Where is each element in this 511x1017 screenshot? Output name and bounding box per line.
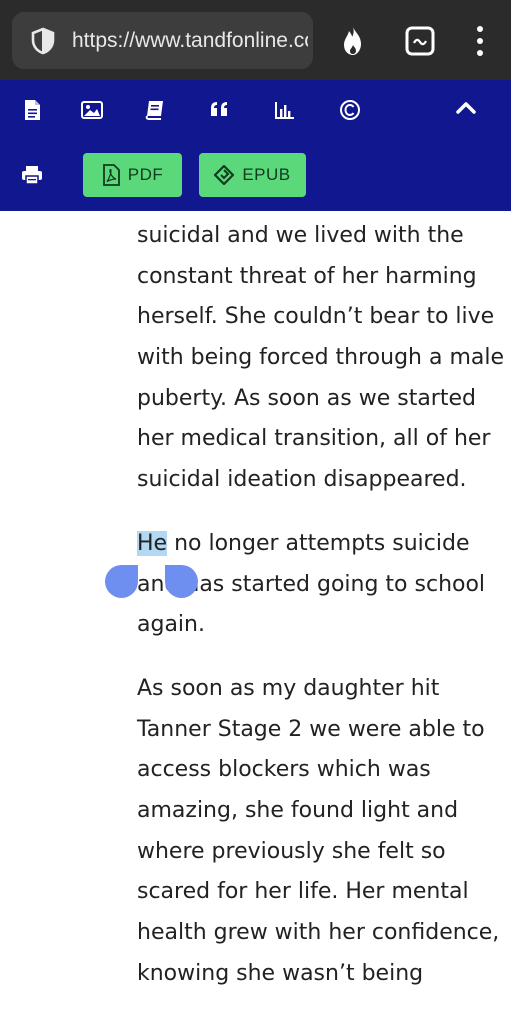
article-icon[interactable] [20,98,44,122]
print-icon[interactable] [20,163,44,187]
shield-icon[interactable] [28,26,58,56]
copyright-icon[interactable] [338,98,362,122]
selection-end-handle[interactable] [165,565,198,598]
text-line: again. [137,612,205,638]
text-line: puberty. As soon as we started [137,385,476,411]
text-line: where previously she felt so [137,838,446,864]
tab-switcher-icon[interactable] [405,26,435,56]
text-run: no longer attempts suicide [167,530,470,556]
selected-text[interactable]: He [137,530,168,556]
text-line: access blockers which was [137,757,431,783]
figures-icon[interactable] [80,98,104,122]
text-line: suicidal ideation disappeared. [137,467,467,493]
paragraph: suicidal and we lived with the constant … [137,216,511,501]
collapse-icon[interactable] [454,96,478,120]
text-line: Tanner Stage 2 we were able to [137,716,485,742]
text-line: As soon as my daughter hit [137,675,440,701]
epub-icon [214,165,235,185]
text-line: health grew with her confidence, [137,920,500,945]
article-body: suicidal and we lived with the constant … [137,216,511,1017]
text-line: herself. She couldn’t bear to live [137,304,495,330]
selection-start-handle[interactable] [105,565,138,598]
paragraph: As soon as my daughter hit Tanner Stage … [137,669,511,995]
text-line: amazing, she found light and [137,797,459,823]
references-icon[interactable] [143,98,167,122]
epub-download-button[interactable]: EPUB [199,153,306,197]
text-line: with being forced through a male [137,345,505,371]
citation-icon[interactable] [208,98,232,122]
metrics-icon[interactable] [272,98,296,122]
pdf-label: PDF [127,165,164,184]
browser-toolbar: https://www.tandfonline.com [0,0,511,80]
text-line: her medical transition, all of her [137,426,491,452]
more-vert-icon[interactable] [471,25,489,57]
text-line: knowing she wasn’t being [137,960,424,986]
url-text[interactable]: https://www.tandfonline.com [72,26,308,56]
text-line: suicidal and we lived with the [137,223,464,248]
text-line: constant threat of her harming [137,263,477,289]
pdf-download-button[interactable]: PDF [83,153,182,197]
flame-icon[interactable] [339,25,367,57]
pdf-file-icon [102,164,120,186]
text-line: scared for her life. Her mental [137,879,469,905]
epub-label: EPUB [242,165,291,184]
text-line: He no longer attempts suicide [137,524,511,565]
